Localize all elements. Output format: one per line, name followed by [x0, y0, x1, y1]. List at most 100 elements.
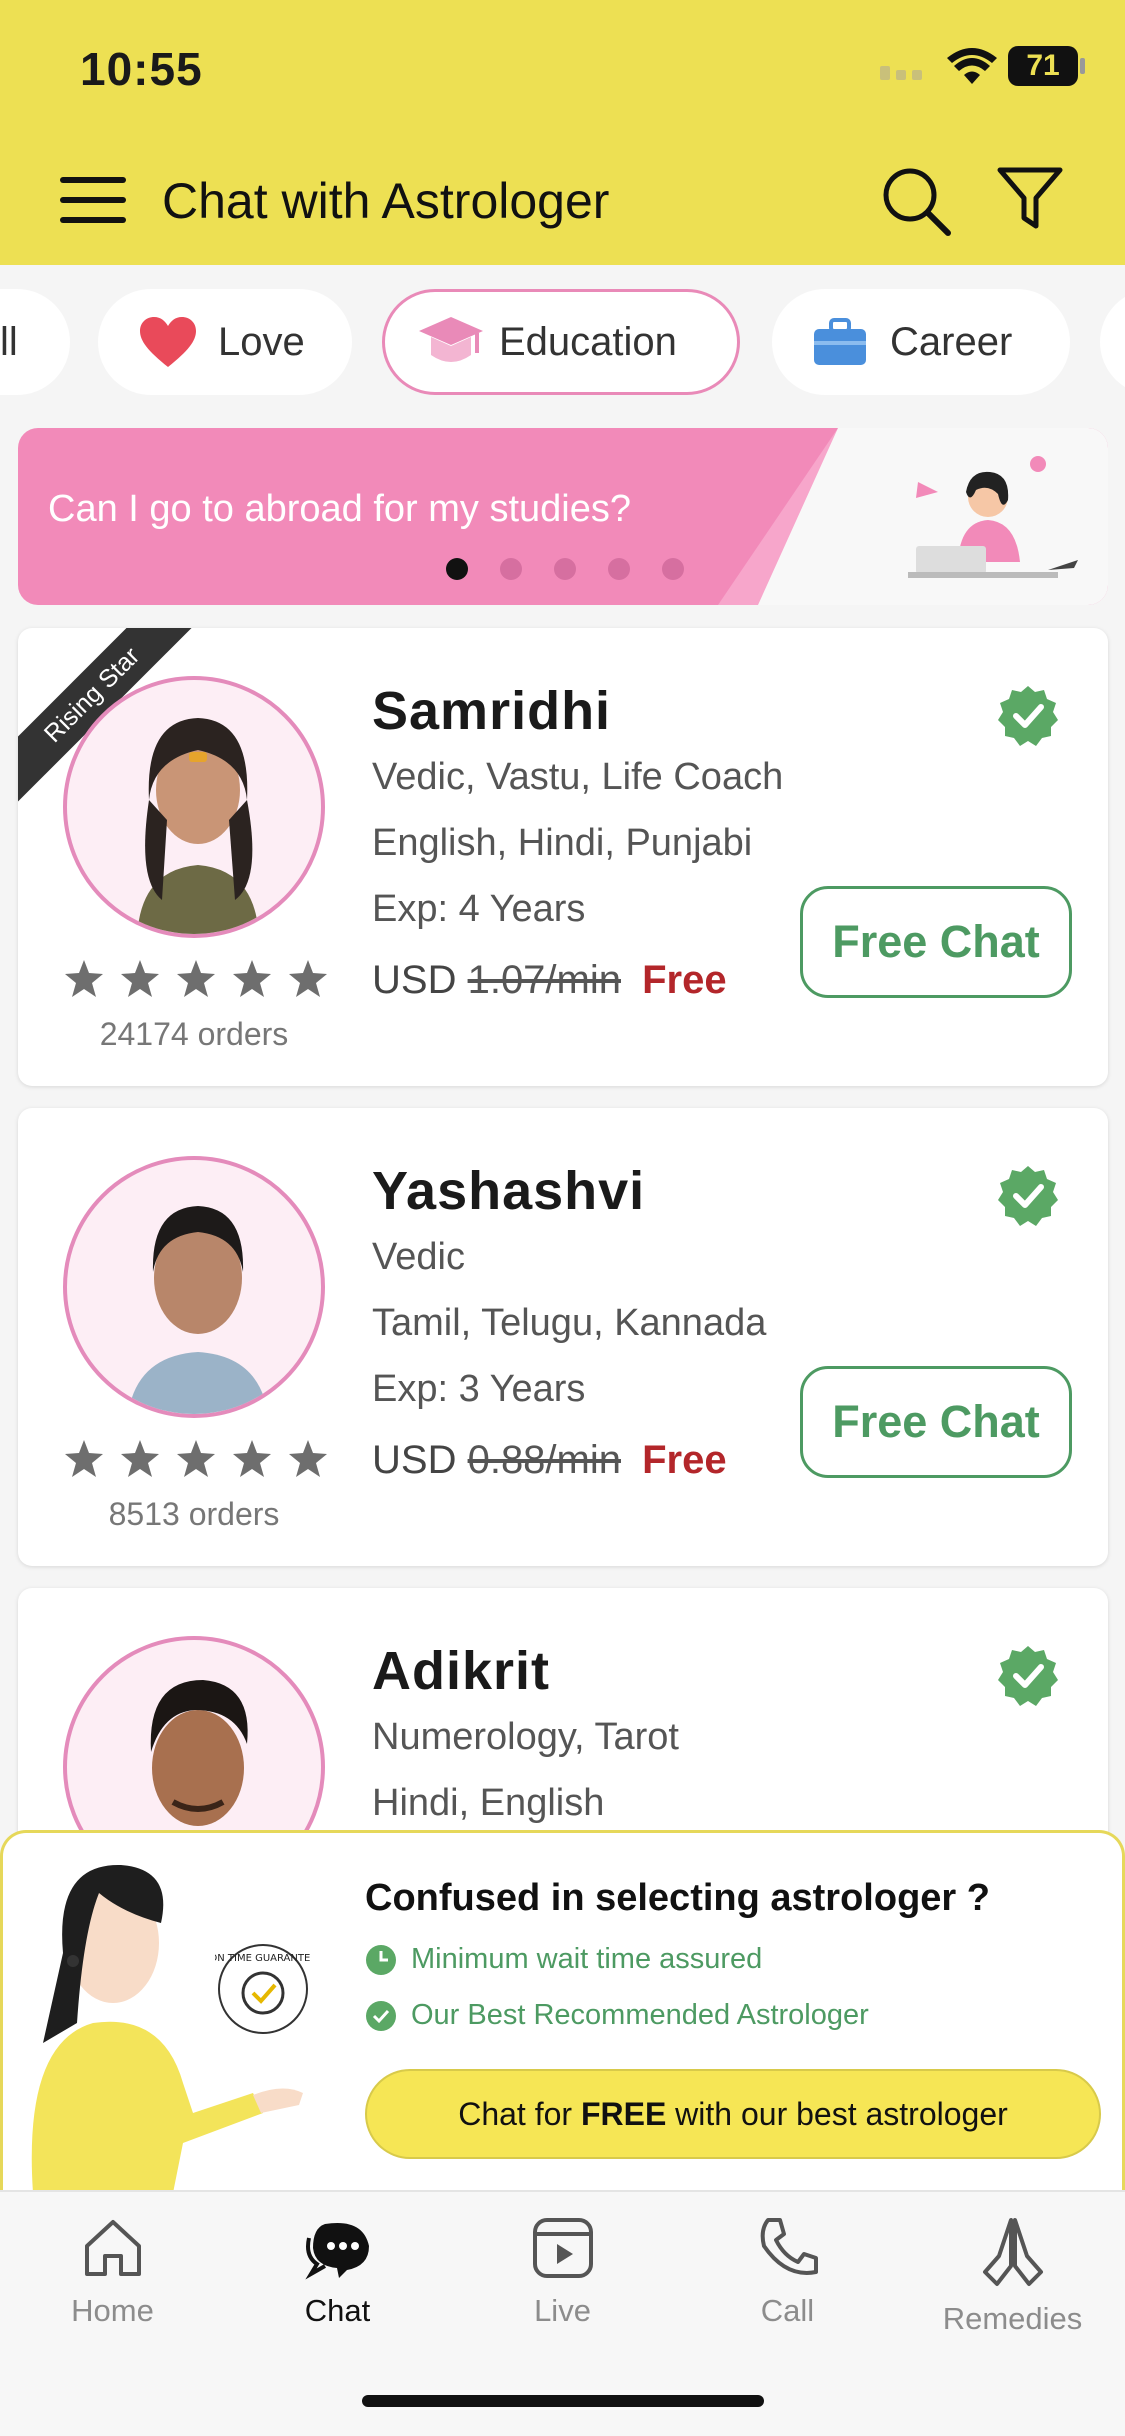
star-icon	[177, 960, 215, 997]
phone-icon	[760, 2218, 818, 2275]
free-chat-button[interactable]: Free Chat	[800, 1366, 1072, 1478]
tab-label: Home	[71, 2293, 154, 2328]
astrologer-skills: Vedic	[372, 1236, 465, 1278]
menu-icon[interactable]	[58, 175, 128, 225]
briefcase-icon	[814, 318, 866, 365]
star-icon	[121, 1440, 159, 1477]
pagination-dot[interactable]	[608, 558, 630, 580]
chat-icon	[304, 2222, 369, 2280]
old-price: 1.07/min	[467, 958, 621, 1002]
chip-career[interactable]: Career	[772, 289, 1070, 395]
verified-badge-icon	[998, 1646, 1058, 1706]
status-time: 10:55	[80, 43, 203, 95]
tab-label: Call	[760, 2293, 815, 2328]
recommendation-panel: ON TIME GUARANTEE Confused in selecting …	[0, 1830, 1125, 2190]
star-icon	[289, 1440, 327, 1477]
orders-count: 8513 orders	[108, 1496, 280, 1532]
star-icon	[289, 960, 327, 997]
astrologer-photo	[128, 1206, 268, 1414]
orders-count: 24174 orders	[99, 1016, 289, 1052]
chip-all[interactable]: ll	[0, 289, 70, 395]
filter-icon[interactable]	[996, 166, 1064, 232]
star-icon	[65, 960, 103, 997]
tab-call[interactable]: Call	[675, 2216, 900, 2329]
astrologer-experience: Exp: 3 Years	[372, 1368, 586, 1410]
price-currency: USD	[372, 1438, 457, 1482]
button-text-bold: FREE	[580, 2095, 667, 2132]
tab-home[interactable]: Home	[0, 2216, 225, 2329]
star-icon	[121, 960, 159, 997]
chat-free-button[interactable]: Chat for FREE with our best astrologer	[365, 2069, 1101, 2159]
button-text-post: with our best astrologer	[666, 2095, 1008, 2132]
pagination-dot[interactable]	[554, 558, 576, 580]
astrologer-price: USD 1.07/min Free	[372, 958, 727, 1003]
clock-icon	[366, 1944, 396, 1975]
home-indicator	[362, 2395, 764, 2407]
astrologer-card[interactable]: Rising Star 24174 orders Samridhi Vedic,…	[18, 628, 1108, 1086]
astrologer-name: Samridhi	[372, 681, 612, 741]
wifi-icon	[947, 48, 997, 84]
battery-icon: 71	[1008, 46, 1078, 86]
rating-stars	[63, 1438, 329, 1480]
astrologer-experience: Exp: 4 Years	[372, 888, 586, 930]
chip-label: Career	[890, 319, 1013, 364]
rating-stars	[63, 958, 329, 1000]
star-icon	[233, 960, 271, 997]
category-chips: ll Love Education Career	[0, 265, 1125, 415]
old-price: 0.88/min	[467, 1438, 621, 1482]
badge-text: ON TIME GUARANTEE	[215, 1953, 311, 1964]
astrologer-price: USD 0.88/min Free	[372, 1438, 727, 1483]
signal-icon	[880, 66, 922, 80]
pagination-dot-active[interactable]	[446, 558, 468, 580]
tab-label: Live	[534, 2293, 591, 2328]
astrologer-name: Adikrit	[372, 1641, 551, 1701]
astrologer-languages: Hindi, English	[372, 1782, 605, 1824]
promo-title: Confused in selecting astrologer ?	[365, 1877, 990, 1919]
astrologer-name: Yashashvi	[372, 1161, 646, 1221]
praying-hands-icon	[982, 2218, 1043, 2286]
price-currency: USD	[372, 958, 457, 1002]
live-icon	[532, 2218, 593, 2278]
tab-live[interactable]: Live	[450, 2216, 675, 2329]
home-icon	[84, 2220, 141, 2276]
free-label: Free	[642, 958, 727, 1002]
promo-item: Our Best Recommended Astrologer	[365, 1999, 869, 2032]
astrologer-card[interactable]: 8513 orders Yashashvi Vedic Tamil, Telug…	[18, 1108, 1108, 1566]
promo-item-label: Our Best Recommended Astrologer	[411, 1999, 869, 2031]
promo-item: Minimum wait time assured	[365, 1943, 762, 1976]
tab-label: Chat	[304, 2293, 371, 2328]
free-label: Free	[642, 1438, 727, 1482]
button-text-pre: Chat for	[458, 2095, 581, 2132]
status-bar: 10:55 71	[0, 0, 1125, 130]
chip-love[interactable]: Love	[98, 289, 352, 395]
chip-label: Love	[218, 319, 305, 364]
avatar[interactable]	[63, 1156, 325, 1418]
chip-more[interactable]	[1100, 289, 1125, 395]
promo-banner[interactable]: Can I go to abroad for my studies?	[18, 428, 1108, 605]
pagination-dot[interactable]	[500, 558, 522, 580]
chip-label: Education	[499, 319, 677, 364]
battery-cap	[1080, 58, 1085, 74]
star-icon	[65, 1440, 103, 1477]
verified-badge-icon	[998, 1166, 1058, 1226]
search-icon[interactable]	[880, 165, 952, 237]
tab-chat[interactable]: Chat	[225, 2216, 450, 2329]
astrologer-skills: Numerology, Tarot	[372, 1716, 679, 1758]
astrologer-skills: Vedic, Vastu, Life Coach	[372, 756, 784, 798]
check-circle-icon	[366, 2000, 396, 2031]
chip-education[interactable]: Education	[382, 289, 740, 395]
banner-text: Can I go to abroad for my studies?	[48, 488, 631, 530]
page-title: Chat with Astrologer	[162, 173, 610, 229]
astrologer-languages: English, Hindi, Punjabi	[372, 822, 753, 864]
avatar[interactable]	[63, 676, 325, 938]
pagination-dot[interactable]	[662, 558, 684, 580]
astrologer-languages: Tamil, Telugu, Kannada	[372, 1302, 767, 1344]
heart-icon	[140, 317, 196, 367]
banner-pagination	[446, 558, 684, 580]
promo-item-label: Minimum wait time assured	[411, 1943, 763, 1975]
graduation-cap-icon	[419, 317, 483, 362]
tab-remedies[interactable]: Remedies	[900, 2216, 1125, 2337]
free-chat-button[interactable]: Free Chat	[800, 886, 1072, 998]
on-time-guarantee-badge: ON TIME GUARANTEE	[215, 1944, 311, 2034]
astrologer-photo	[137, 718, 259, 934]
